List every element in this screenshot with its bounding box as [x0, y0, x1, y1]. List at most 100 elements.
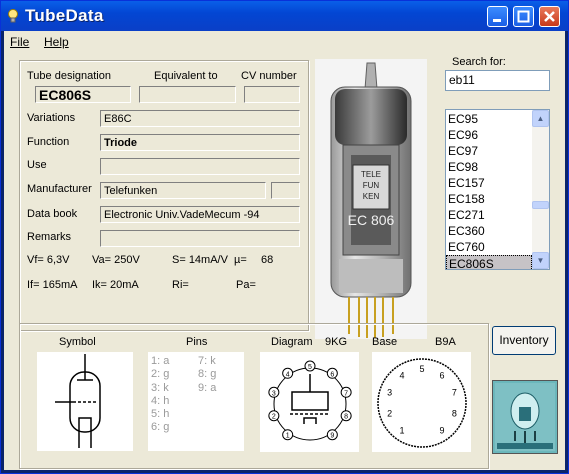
tube-designation-field[interactable]: EC806S: [35, 86, 131, 103]
equivalent-field[interactable]: [139, 86, 236, 103]
variations-field[interactable]: E86C: [100, 110, 300, 127]
list-item[interactable]: EC158: [446, 191, 532, 207]
list-item[interactable]: EC97: [446, 143, 532, 159]
pin-entry: 5: h: [151, 408, 170, 421]
pins-box: 1: a 2: g 3: k 4: h 5: h 6: g 7: k 8: g 9: a: [148, 352, 244, 451]
spec-if: If= 165mA: [27, 279, 78, 291]
spec-mu: 68: [261, 254, 274, 266]
maximize-icon: [517, 10, 530, 23]
spec-mu-label: µ=: [234, 254, 247, 266]
pin-entry: 7: k: [198, 355, 216, 367]
base-label: Base: [372, 336, 398, 348]
scroll-thumb[interactable]: [532, 201, 549, 209]
pin-number: 7: [452, 387, 457, 397]
spec-va: Va= 250V: [92, 254, 140, 266]
diagram-label: Diagram: [271, 336, 313, 348]
app-window: TubeData File Help Tube designation Equi…: [0, 0, 569, 474]
close-icon: [544, 11, 555, 22]
base-code: B9A: [435, 336, 456, 348]
list-item[interactable]: EC157: [446, 175, 532, 191]
tube-print-1: TELE: [361, 170, 381, 179]
spec-s: S= 14mA/V: [172, 254, 228, 266]
pin-number: 9: [439, 426, 444, 436]
pin-number: 4: [400, 370, 405, 380]
pin-number: 4: [286, 371, 290, 378]
pin-entry: 4: h: [151, 394, 170, 407]
pins-column-2: 7: k 8: g 9: a: [198, 355, 216, 395]
function-label: Function: [27, 136, 70, 148]
pin-number: 9: [330, 433, 334, 440]
menu-file-label: File: [10, 35, 30, 49]
pin-number: 5: [419, 364, 424, 374]
tube-logo-icon: [495, 383, 555, 451]
client-area: File Help Tube designation Equivalent to…: [4, 31, 565, 470]
title-bar[interactable]: TubeData: [1, 1, 568, 31]
menu-help[interactable]: Help: [44, 35, 69, 49]
search-input[interactable]: eb11: [445, 70, 550, 91]
manufacturer-field[interactable]: Telefunken: [100, 182, 266, 199]
pin-number: 2: [387, 409, 392, 419]
list-item[interactable]: EC95: [446, 111, 532, 127]
cv-number-field[interactable]: [244, 86, 300, 103]
base-box: 12 34 5 67 89: [372, 352, 471, 452]
scroll-down-button[interactable]: ▼: [532, 252, 549, 269]
manufacturer-label: Manufacturer: [27, 183, 92, 195]
maximize-button[interactable]: [513, 6, 534, 27]
minimize-button[interactable]: [487, 6, 508, 27]
scroll-up-button[interactable]: ▲: [532, 110, 549, 127]
spec-ik: Ik= 20mA: [92, 279, 139, 291]
use-field[interactable]: [100, 158, 300, 175]
pin-entry: 8: g: [198, 368, 217, 381]
list-item[interactable]: EC271: [446, 207, 532, 223]
tube-print-4: EC 806: [348, 212, 395, 228]
tube-designation-label: Tube designation: [27, 70, 111, 82]
tube-photo-image: TELE FUN KEN EC 806: [330, 62, 412, 338]
minimize-icon: [493, 19, 501, 22]
pin-number: 8: [452, 409, 457, 419]
pin-entry: 3: k: [151, 381, 169, 394]
tube-logo: [492, 380, 558, 454]
pin-entry: 6: g: [151, 421, 170, 434]
tube-list-scrollbar[interactable]: ▲ ▼: [532, 110, 549, 269]
pins-column-1: 1: a 2: g 3: k 4: h 5: h 6: g: [151, 355, 169, 435]
diagram-box: 1 2 3 4 5 6 7 8 9: [260, 352, 359, 452]
symbol-box: [37, 352, 133, 451]
close-button[interactable]: [539, 6, 560, 27]
menu-help-label: Help: [44, 35, 69, 49]
pin-number: 1: [286, 433, 290, 440]
inventory-button[interactable]: Inventory: [492, 326, 556, 355]
databook-field[interactable]: Electronic Univ.VadeMecum -94: [100, 206, 300, 223]
list-item[interactable]: EC360: [446, 223, 532, 239]
menu-bar: File Help: [4, 31, 565, 51]
tube-list[interactable]: EC95 EC96 EC97 EC98 EC157 EC158 EC271 EC360 EC76…: [445, 109, 550, 270]
pin-number: 1: [400, 426, 405, 436]
variations-label: Variations: [27, 112, 76, 124]
pin-entry: 2: g: [151, 368, 170, 381]
pin-number: 7: [344, 390, 348, 397]
remarks-field[interactable]: [100, 230, 300, 247]
manufacturer-extra-field[interactable]: [271, 182, 300, 199]
tube-print-2: FUN: [363, 181, 380, 190]
search-label: Search for:: [452, 56, 506, 68]
pin-number: 6: [439, 370, 444, 380]
function-field[interactable]: Triode: [100, 134, 300, 151]
pin-entry: 1: a: [151, 355, 170, 367]
spec-ri: Ri=: [172, 279, 189, 291]
cv-number-label: CV number: [241, 70, 297, 82]
list-item[interactable]: EC760: [446, 239, 532, 255]
remarks-label: Remarks: [27, 231, 72, 243]
list-item[interactable]: EC96: [446, 127, 532, 143]
triode-symbol: [55, 354, 101, 448]
spec-vf: Vf= 6,3V: [27, 254, 70, 266]
tube-info-group: Tube designation Equivalent to CV number…: [19, 60, 309, 331]
tube-photo: TELE FUN KEN EC 806: [315, 59, 427, 339]
pin-number: 2: [272, 414, 276, 421]
menu-file[interactable]: File: [10, 35, 29, 49]
pin-number: 8: [344, 414, 348, 421]
pin-entry: 9: a: [198, 381, 217, 394]
list-item[interactable]: EC98: [446, 159, 532, 175]
symbol-label: Symbol: [59, 336, 96, 348]
list-item[interactable]: EC806S: [446, 255, 532, 269]
diagram-code: 9KG: [325, 336, 348, 348]
pin-number: 6: [330, 371, 334, 378]
